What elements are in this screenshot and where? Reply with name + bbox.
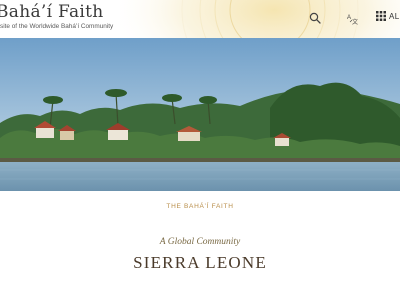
page-tagline: A Global Community bbox=[159, 237, 241, 247]
site-logo[interactable]: Bahá’í Faith site of the Worldwide Bahá’… bbox=[0, 2, 113, 31]
page: Bahá’í Faith site of the Worldwide Bahá’… bbox=[0, 0, 400, 300]
page-title: SIERRA LEONE bbox=[133, 253, 267, 272]
site-title: Bahá’í Faith bbox=[0, 2, 104, 22]
svg-text:A: A bbox=[347, 15, 351, 21]
grid-icon bbox=[376, 11, 386, 21]
section-label[interactable]: THE BAHÁ’Í FAITH bbox=[0, 203, 400, 210]
hero-photo bbox=[0, 38, 400, 191]
all-sites-label: AL bbox=[389, 11, 400, 21]
svg-text:文: 文 bbox=[352, 18, 358, 25]
search-icon bbox=[309, 12, 321, 24]
language-icon: A 文 bbox=[347, 15, 358, 25]
language-button[interactable]: A 文 bbox=[344, 10, 360, 26]
site-header: Bahá’í Faith site of the Worldwide Bahá’… bbox=[0, 0, 400, 38]
all-sites-button[interactable]: AL bbox=[376, 11, 400, 21]
search-button[interactable] bbox=[307, 10, 323, 26]
site-subtitle: site of the Worldwide Bahá’í Community bbox=[0, 23, 114, 30]
hero-image bbox=[0, 38, 400, 191]
